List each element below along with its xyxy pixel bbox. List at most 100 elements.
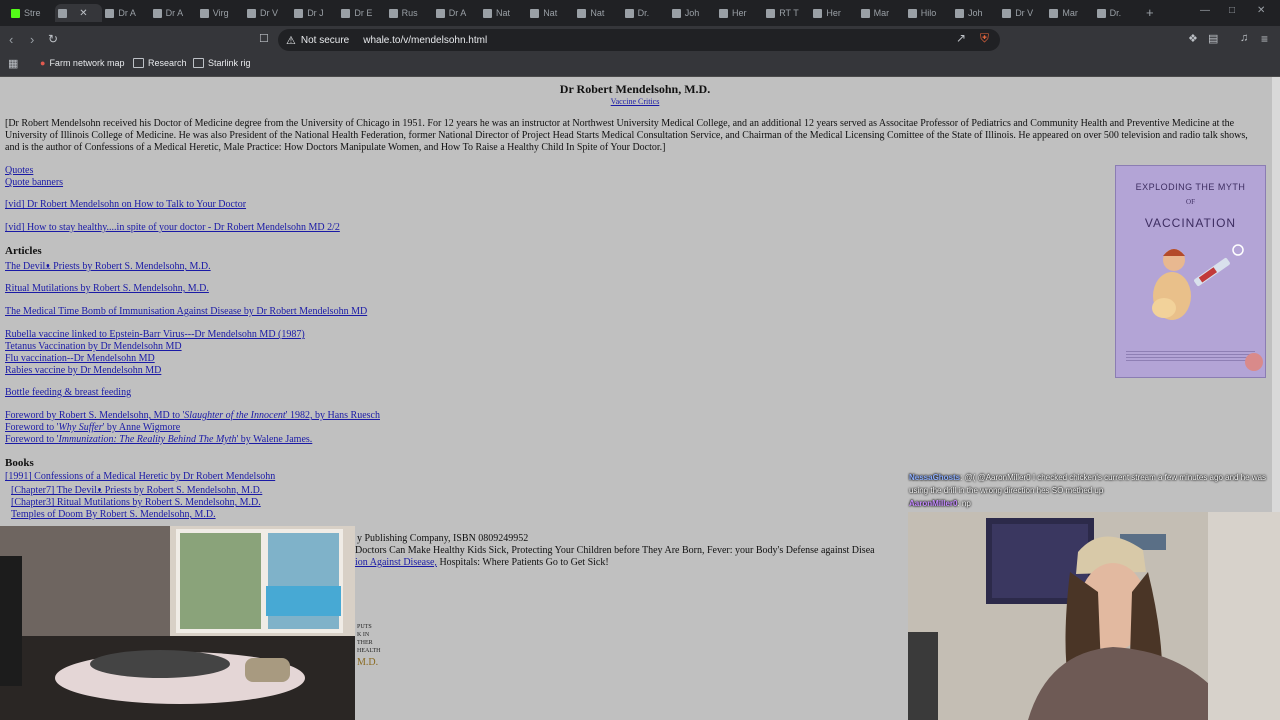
tab-label: Nat <box>590 8 605 18</box>
article-link[interactable]: Rubella vaccine linked to Epstein-Barr V… <box>5 329 305 340</box>
close-tab-icon[interactable]: ✕ <box>79 8 87 19</box>
book-cover-image[interactable]: EXPLODING THE MYTH OF VACCINATION <box>1115 165 1266 378</box>
book-cover-snippet: PUTS K IN THER HEALTH M.D. <box>357 624 381 668</box>
bookmark-starlink-rig[interactable]: Starlink rig <box>193 58 251 68</box>
browser-tab[interactable]: Her <box>810 4 853 22</box>
browser-tab[interactable]: Dr J <box>291 4 334 22</box>
bookmark-research[interactable]: Research <box>133 58 187 68</box>
new-tab-icon[interactable]: + <box>1146 5 1154 20</box>
article-link[interactable]: Bottle feeding & breast feeding <box>5 387 131 398</box>
vaccine-critics-link[interactable]: Vaccine Critics <box>611 97 660 106</box>
browser-tab[interactable]: Dr V <box>244 4 287 22</box>
forward-icon[interactable]: › <box>30 32 34 47</box>
browser-tab[interactable]: Virg <box>197 4 240 22</box>
browser-tab[interactable]: Joh <box>952 4 995 22</box>
baby-syringe-illustration <box>1152 244 1244 320</box>
stream-chat-overlay: NessaGhosts: @( @AaronMiller0 I checked … <box>909 471 1280 510</box>
browser-tab[interactable]: Dr V <box>999 4 1042 22</box>
back-icon[interactable]: ‹ <box>9 32 13 47</box>
articles-heading: Articles <box>5 245 42 257</box>
tab-favicon-icon <box>577 8 587 18</box>
foreword-link[interactable]: Foreword to 'Immunization: The Reality B… <box>5 434 312 445</box>
browser-tab[interactable]: Nat <box>574 4 617 22</box>
browser-tab[interactable]: Hilo <box>905 4 948 22</box>
chapter-link[interactable]: [Chapter3] Ritual Mutilations by Robert … <box>11 497 261 508</box>
floating-action-icon[interactable] <box>1245 353 1263 371</box>
close-window-icon[interactable]: ✕ <box>1257 5 1265 16</box>
minimize-icon[interactable]: — <box>1200 5 1210 16</box>
brave-shield-icon[interactable]: ⛨ <box>980 31 989 46</box>
book-titles-text: Doctors Can Make Healthy Kids Sick, Prot… <box>355 545 875 556</box>
quote-banners-link[interactable]: Quote banners <box>5 177 63 188</box>
sidebar-icon[interactable]: ▤ <box>1208 32 1218 45</box>
tab-favicon-icon <box>671 8 681 18</box>
browser-tab[interactable]: Rus <box>386 4 429 22</box>
browser-tab[interactable]: Nat <box>480 4 523 22</box>
browser-tab[interactable]: RT T <box>763 4 806 22</box>
browser-tab[interactable]: Dr E <box>338 4 381 22</box>
tab-label: Nat <box>543 8 558 18</box>
browser-tab[interactable]: Dr. <box>622 4 665 22</box>
browser-tab[interactable]: Her <box>716 4 759 22</box>
foreword-line: Foreword to 'Why Suffer' by Anne Wigmore <box>5 422 180 434</box>
foreword-link[interactable]: Foreword by Robert S. Mendelsohn, MD to … <box>5 410 380 421</box>
browser-tab[interactable]: Stre <box>8 4 51 22</box>
menu-icon[interactable]: ≡ <box>1261 32 1268 46</box>
pin-icon: ● <box>40 58 46 68</box>
warning-icon[interactable]: ⚠ <box>286 34 296 47</box>
apps-grid-icon[interactable]: ▦ <box>8 57 18 70</box>
tab-label: Dr A <box>165 8 184 18</box>
browser-tab[interactable]: Mar <box>1046 4 1089 22</box>
foreword-link[interactable]: Foreword to 'Why Suffer' by Anne Wigmore <box>5 422 180 433</box>
tab-label: RT T <box>779 8 799 18</box>
tab-label: Nat <box>496 8 511 18</box>
browser-tab[interactable]: Mar <box>858 4 901 22</box>
tab-favicon-icon <box>105 8 115 18</box>
tab-label: Stre <box>24 8 41 18</box>
maximize-icon[interactable]: □ <box>1229 5 1235 16</box>
browser-tab[interactable]: Joh <box>669 4 712 22</box>
address-bar[interactable]: ⚠ Not secure whale.to/v/mendelsohn.html … <box>278 29 1000 51</box>
article-link[interactable]: Tetanus Vaccination by Dr Mendelsohn MD <box>5 341 182 352</box>
security-label[interactable]: Not secure <box>301 35 349 46</box>
browser-tab[interactable]: ✕ <box>55 4 103 22</box>
browser-tab[interactable]: Dr. <box>1094 4 1137 22</box>
browser-tab[interactable]: Nat <box>527 4 570 22</box>
video-link[interactable]: [vid] How to stay healthy....in spite of… <box>5 222 340 233</box>
book-cover-title: EXPLODING THE MYTH <box>1135 182 1246 192</box>
tab-label: Dr. <box>637 8 650 18</box>
browser-tab[interactable]: Dr A <box>433 4 476 22</box>
article-link[interactable]: Flu vaccination--Dr Mendelsohn MD <box>5 353 155 364</box>
tab-favicon-icon <box>58 8 68 18</box>
reload-icon[interactable]: ↻ <box>48 32 58 46</box>
browser-tab[interactable]: Dr A <box>102 4 145 22</box>
media-icon[interactable]: ♫ <box>1240 32 1248 44</box>
book-link[interactable]: [1991] Confessions of a Medical Heretic … <box>5 471 275 482</box>
tab-favicon-icon <box>199 8 209 18</box>
page-title: Dr Robert Mendelsohn, M.D. <box>559 82 711 96</box>
article-link[interactable]: The Devilᴥ Priests by Robert S. Mendelso… <box>5 261 211 272</box>
url-text[interactable]: whale.to/v/mendelsohn.html <box>363 35 487 46</box>
chat-message: NessaGhosts: @( @AaronMiller0 I checked … <box>909 473 1267 495</box>
tab-label: Mar <box>873 8 890 18</box>
tab-label: Rus <box>401 8 418 18</box>
tab-label: Her <box>732 8 747 18</box>
article-link[interactable]: The Medical Time Bomb of Immunisation Ag… <box>5 306 367 317</box>
tab-favicon-icon <box>624 8 634 18</box>
browser-tab[interactable]: Dr A <box>150 4 193 22</box>
article-link[interactable]: Ritual Mutilations by Robert S. Mendelso… <box>5 283 209 294</box>
chapter-link[interactable]: [Chapter7] The Devilᴥ Priests by Robert … <box>11 485 262 496</box>
tab-favicon-icon <box>1096 8 1106 18</box>
quotes-link[interactable]: Quotes <box>5 165 33 176</box>
folder-icon <box>133 58 144 68</box>
chapter-link[interactable]: Temples of Doom By Robert S. Mendelsohn,… <box>11 509 216 520</box>
article-link[interactable]: Rabies vaccine by Dr Mendelsohn MD <box>5 365 161 376</box>
tab-label: Dr J <box>307 8 324 18</box>
share-icon[interactable]: ↗ <box>956 31 966 45</box>
tab-favicon-icon <box>388 8 398 18</box>
immunisation-link[interactable]: ion Against Disease, <box>355 557 437 568</box>
bookmark-star-icon[interactable]: ☐ <box>259 32 269 45</box>
bookmark-farm-network-map[interactable]: ● Farm network map <box>40 58 124 68</box>
extensions-icon[interactable]: ❖ <box>1188 32 1198 45</box>
video-link[interactable]: [vid] Dr Robert Mendelsohn on How to Tal… <box>5 199 246 210</box>
